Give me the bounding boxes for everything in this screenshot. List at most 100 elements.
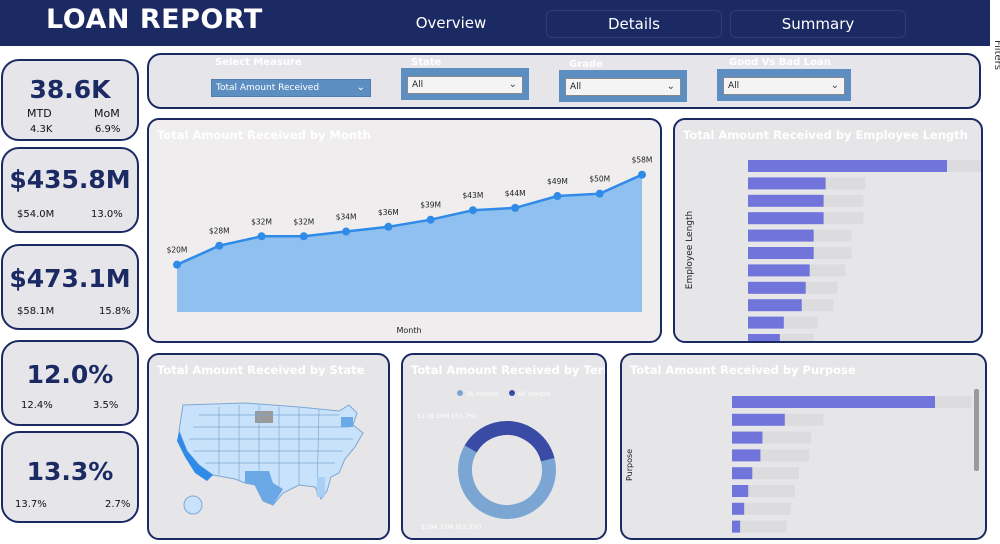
kpi-mtd-value: 4.3K [30, 124, 53, 135]
bar[interactable] [732, 502, 745, 515]
month-data-point[interactable] [426, 215, 435, 224]
bar[interactable] [748, 229, 814, 242]
alaska-shape [183, 495, 203, 515]
bar[interactable] [748, 177, 826, 190]
purpose-bar-chart: Purpose [625, 389, 979, 533]
employee-length-axis-label: Employee Length [685, 211, 695, 289]
legend-36-months-marker [457, 390, 463, 396]
kpi-mom-value: 2.7% [105, 499, 131, 510]
month-data-point[interactable] [595, 189, 604, 198]
state-map-panel: Total Amount Received by State [147, 353, 390, 540]
bar[interactable] [748, 281, 806, 294]
month-data-point[interactable] [299, 232, 308, 241]
measure-select-value: Total Amount Received [216, 83, 320, 93]
legend-60-months-label: 60 months [518, 391, 550, 398]
state-select[interactable]: All ⌄ [407, 76, 523, 94]
chevron-down-icon: ⌄ [830, 80, 839, 91]
bar[interactable] [748, 247, 814, 259]
state-filter-label: State [411, 57, 442, 68]
kpi-card-dti: 13.3% 13.7% 2.7% [1, 431, 139, 523]
kpi-mom-value: 15.8% [99, 306, 131, 317]
kpi-mtd-label: MTD [27, 107, 52, 120]
kpi-card-funded: $435.8M $54.0M 13.0% [1, 147, 139, 233]
chevron-down-icon: ⌄ [508, 79, 517, 90]
filters-side-tab[interactable]: Filters [992, 40, 1000, 70]
bar[interactable] [732, 396, 935, 408]
month-x-axis-label: Month [396, 326, 421, 335]
bar[interactable] [748, 212, 824, 225]
measure-filter[interactable]: Total Amount Received ⌄ [211, 75, 371, 101]
nav-details-button[interactable]: Details [546, 10, 722, 38]
kpi-card-applications: 38.6K MTD MoM 4.3K 6.9% [1, 59, 139, 141]
kpi-card-interest: 12.0% 12.4% 3.5% [1, 340, 139, 426]
donut-label-36-months: $178.36M (37.7%) [417, 412, 477, 420]
measure-filter-label: Select Measure [215, 57, 302, 68]
month-data-point[interactable] [215, 241, 224, 250]
bar[interactable] [748, 160, 947, 172]
legend-60-months-marker [509, 390, 515, 396]
kpi-value: 38.6K [29, 75, 111, 104]
month-data-label: $32M [293, 217, 314, 226]
bar[interactable] [748, 316, 784, 329]
month-data-point[interactable] [511, 203, 520, 212]
loan-status-filter[interactable]: All ⌄ [717, 69, 851, 101]
month-data-label: $58M [632, 156, 653, 165]
filter-bar: Select Measure Total Amount Received ⌄ S… [147, 53, 981, 109]
kpi-value: $435.8M [9, 165, 131, 194]
kpi-mom-label: MoM [94, 107, 120, 120]
bar[interactable] [732, 467, 753, 480]
us-state-map[interactable] [149, 355, 388, 538]
month-data-label: $36M [378, 208, 399, 217]
month-data-label: $39M [420, 201, 441, 210]
month-data-point[interactable] [468, 206, 477, 215]
grade-filter[interactable]: All ⌄ [559, 70, 687, 102]
loan-status-select[interactable]: All ⌄ [723, 77, 845, 95]
nav-overview-button[interactable]: Overview [380, 10, 522, 38]
month-data-label: $28M [209, 227, 230, 236]
grade-select-value: All [570, 82, 582, 92]
kpi-mtd-value: 12.4% [21, 400, 53, 411]
month-data-point[interactable] [638, 170, 646, 179]
bar[interactable] [748, 299, 802, 312]
month-data-point[interactable] [342, 227, 351, 236]
grade-select[interactable]: All ⌄ [565, 78, 681, 96]
kpi-mom-value: 3.5% [93, 400, 119, 411]
new-york-shape [341, 417, 353, 427]
month-data-point[interactable] [173, 260, 181, 269]
month-data-label: $32M [251, 217, 272, 226]
bar[interactable] [732, 431, 763, 444]
donut-label-60-months: $294.71M (62.3%) [421, 523, 481, 531]
kpi-value: 12.0% [26, 360, 114, 389]
month-data-label: $34M [336, 213, 357, 222]
month-data-label: $50M [589, 175, 610, 184]
kpi-value: 13.3% [26, 457, 114, 486]
nav-summary-button[interactable]: Summary [730, 10, 906, 38]
legend-36-months-label: 36 months [466, 391, 498, 398]
employee-length-bar-chart: Employee Length [685, 160, 981, 341]
purpose-scrollbar[interactable] [974, 389, 979, 471]
state-filter[interactable]: All ⌄ [401, 68, 529, 100]
month-data-point[interactable] [384, 222, 393, 231]
term-donut-chart: 36 months 60 months $178.36M (37.7%) $29… [417, 390, 556, 531]
chevron-down-icon: ⌄ [666, 81, 675, 92]
measure-select[interactable]: Total Amount Received ⌄ [211, 79, 371, 97]
bar[interactable] [732, 413, 785, 426]
bar[interactable] [748, 264, 810, 277]
month-data-label: $44M [505, 189, 526, 198]
bar[interactable] [732, 520, 741, 533]
employee-length-panel: Total Amount Received by Employee Length… [673, 118, 983, 343]
florida-shape [317, 477, 325, 497]
month-data-label: $20M [167, 246, 188, 255]
kpi-mom-value: 6.9% [95, 124, 121, 135]
state-select-value: All [412, 80, 424, 90]
month-data-point[interactable] [553, 192, 562, 201]
month-chart-panel: Total Amount Received by Month $20M $28M $… [147, 118, 662, 343]
bar[interactable] [732, 449, 761, 462]
bar[interactable] [748, 334, 780, 341]
month-data-point[interactable] [257, 232, 266, 241]
bar[interactable] [748, 194, 824, 207]
report-title: LOAN REPORT [46, 4, 263, 35]
bar[interactable] [732, 485, 749, 497]
kpi-value: $473.1M [9, 264, 131, 293]
chevron-down-icon: ⌄ [356, 82, 365, 93]
